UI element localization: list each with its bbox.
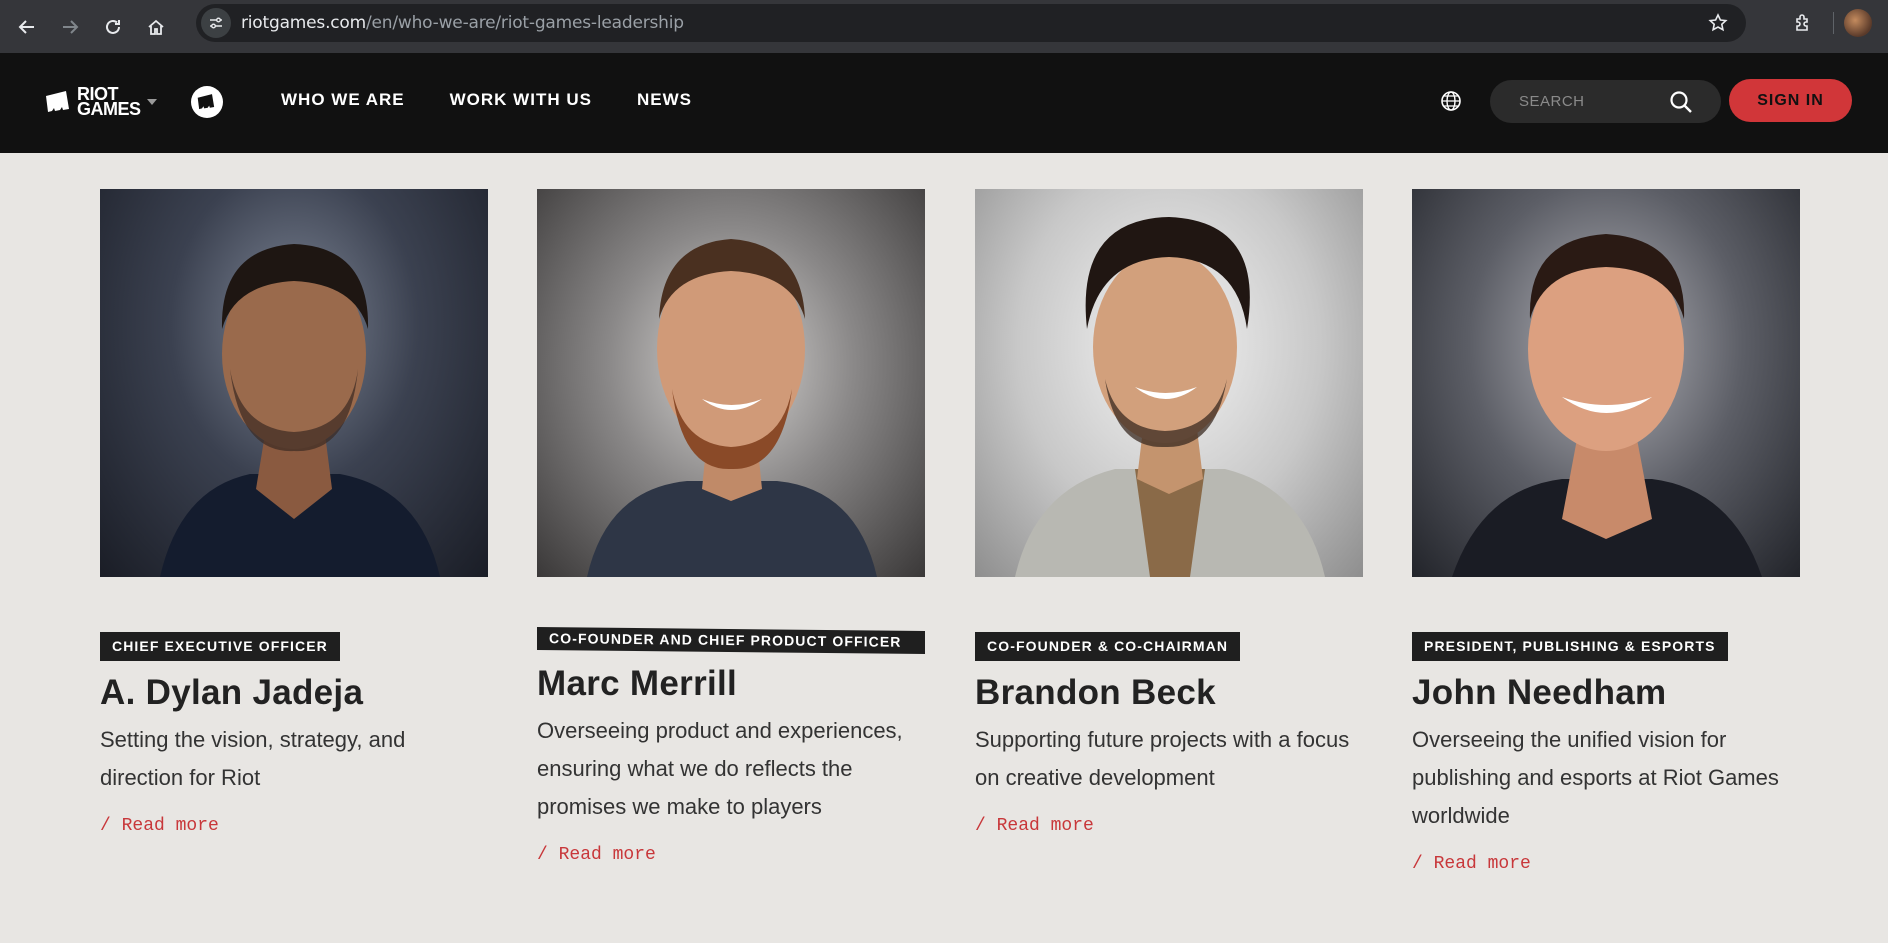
riot-games-logo[interactable]: RIOT GAMES	[45, 85, 157, 119]
riot-client-badge-icon[interactable]	[191, 86, 223, 118]
site-info-button[interactable]	[201, 8, 231, 38]
nav-who-we-are[interactable]: WHO WE ARE	[281, 90, 405, 110]
home-icon	[148, 19, 164, 35]
url-host: riotgames.com	[241, 13, 366, 33]
tune-icon	[210, 17, 222, 29]
forward-arrow-icon	[63, 19, 79, 34]
portrait-illustration	[1452, 234, 1762, 577]
leader-title-badge: CO-FOUNDER & CO-CHAIRMAN	[975, 632, 1241, 661]
leader-description: Supporting future projects with a focus …	[975, 727, 1350, 790]
sign-in-button[interactable]: SIGN IN	[1729, 79, 1852, 122]
url-path: /en/who-we-are/riot-games-leadership	[365, 13, 684, 33]
leader-name: A. Dylan Jadeja	[100, 673, 364, 712]
back-button[interactable]	[8, 8, 46, 46]
leader-card: PRESIDENT, PUBLISHING & ESPORTS John Nee…	[1412, 189, 1800, 874]
address-bar[interactable]: riotgames.com/en/who-we-are/riot-games-l…	[196, 4, 1746, 42]
chevron-down-icon	[146, 99, 157, 105]
leader-title-badge: CO-FOUNDER AND CHIEF PRODUCT OFFICER	[537, 626, 925, 655]
forward-button[interactable]	[51, 8, 89, 46]
leader-description: Overseeing the unified vision for publis…	[1412, 727, 1779, 828]
leader-card: CO-FOUNDER & CO-CHAIRMAN Brandon Beck Su…	[975, 189, 1363, 836]
leader-description: Setting the vision, strategy, and direct…	[100, 727, 406, 790]
toolbar-right	[1783, 0, 1888, 46]
logo-line-2: GAMES	[77, 99, 141, 119]
portrait-illustration	[1015, 217, 1325, 577]
leader-description: Overseeing product and experiences, ensu…	[537, 718, 903, 819]
leader-title-badge: CHIEF EXECUTIVE OFFICER	[100, 632, 340, 661]
back-arrow-icon	[18, 19, 34, 34]
leader-photo	[1412, 189, 1800, 577]
globe-icon[interactable]	[1440, 90, 1462, 117]
leader-photo	[975, 189, 1363, 577]
read-more-link[interactable]: / Read more	[100, 816, 488, 836]
read-more-link[interactable]: / Read more	[975, 816, 1363, 836]
bookmark-star-icon[interactable]	[1708, 13, 1728, 38]
extensions-icon[interactable]	[1783, 13, 1823, 33]
read-more-link[interactable]: / Read more	[1412, 854, 1800, 874]
leader-card: CHIEF EXECUTIVE OFFICER A. Dylan Jadeja …	[100, 189, 488, 836]
nav-news[interactable]: NEWS	[637, 90, 692, 110]
read-more-link[interactable]: / Read more	[537, 845, 925, 865]
toolbar-divider	[1833, 12, 1834, 34]
main-nav: WHO WE ARE WORK WITH US NEWS	[281, 90, 692, 110]
search-icon[interactable]	[1669, 90, 1693, 114]
url-text: riotgames.com/en/who-we-are/riot-games-l…	[241, 13, 684, 33]
home-button[interactable]	[137, 8, 175, 46]
leader-name: Marc Merrill	[537, 664, 738, 703]
leader-card: CO-FOUNDER AND CHIEF PRODUCT OFFICER Mar…	[537, 189, 925, 865]
leader-photo	[100, 189, 488, 577]
browser-toolbar: riotgames.com/en/who-we-are/riot-games-l…	[0, 0, 1888, 53]
riot-fist-icon	[46, 91, 69, 112]
logo-wordmark: RIOT GAMES	[77, 85, 141, 119]
profile-avatar[interactable]	[1844, 9, 1872, 37]
reload-button[interactable]	[94, 8, 132, 46]
leader-title-badge: PRESIDENT, PUBLISHING & ESPORTS	[1412, 632, 1728, 661]
portrait-illustration	[160, 244, 440, 577]
reload-icon	[106, 19, 120, 34]
search-input[interactable]	[1519, 93, 1669, 110]
leader-name: John Needham	[1412, 673, 1667, 712]
nav-work-with-us[interactable]: WORK WITH US	[450, 90, 592, 110]
search-box	[1490, 80, 1721, 123]
leader-photo	[537, 189, 925, 577]
portrait-illustration	[587, 239, 877, 577]
leader-name: Brandon Beck	[975, 673, 1216, 712]
